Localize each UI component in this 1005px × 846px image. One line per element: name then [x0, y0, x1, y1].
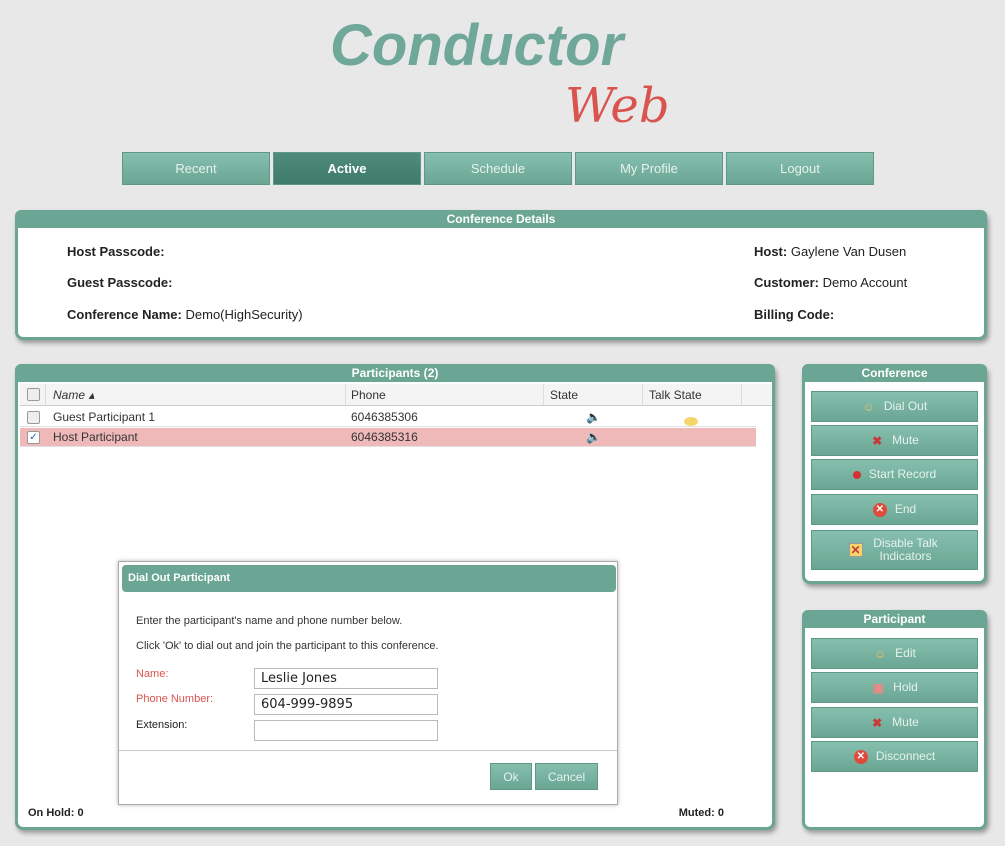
table-row[interactable]: Guest Participant 1 6046385306 🔈 [20, 408, 756, 427]
participants-title: Participants (2) [15, 364, 775, 382]
nav-logout[interactable]: Logout [726, 152, 874, 185]
close-circle-icon: ✕ [853, 749, 868, 764]
mute-icon: ✖ [872, 715, 883, 730]
participant-actions-title: Participant [802, 610, 987, 628]
customer-label: Customer: [754, 275, 820, 290]
mute-icon: ✖ [872, 433, 883, 448]
dial-out-label: Dial Out [883, 399, 928, 413]
dial-out-button[interactable]: ☺ Dial Out [811, 391, 978, 422]
host-passcode-row: Host Passcode: [67, 244, 165, 259]
dial-out-dialog: Dial Out Participant Enter the participa… [118, 561, 618, 805]
main-nav: Recent Active Schedule My Profile Logout [122, 152, 874, 185]
add-person-icon: ☺ [862, 399, 875, 414]
customer-row: Customer: Demo Account [754, 275, 907, 290]
conference-details-panel: Conference Details Host Passcode: Guest … [15, 210, 987, 340]
extension-field-label: Extension: [136, 719, 188, 731]
column-phone[interactable]: Phone [346, 384, 544, 405]
dialog-instruction-2: Click 'Ok' to dial out and join the part… [136, 640, 439, 652]
start-record-button[interactable]: Start Record [811, 459, 978, 490]
participant-phone: 6046385316 [351, 430, 418, 444]
phone-number-field[interactable] [254, 694, 438, 715]
dialog-title: Dial Out Participant [122, 565, 616, 592]
conference-actions-panel: Conference ☺ Dial Out ✖ Mute Start Recor… [802, 364, 987, 584]
header-checkbox-cell [20, 384, 46, 405]
dialog-divider [119, 750, 617, 751]
edit-participant-button[interactable]: ☺ Edit [811, 638, 978, 669]
record-icon [852, 470, 861, 479]
conference-name-row: Conference Name: Demo(HighSecurity) [67, 307, 303, 322]
nav-my-profile[interactable]: My Profile [575, 152, 723, 185]
edit-participant-label: Edit [895, 646, 916, 660]
customer-value: Demo Account [822, 275, 908, 290]
host-value: Gaylene Van Dusen [790, 244, 907, 259]
hold-participant-button[interactable]: ▣ Hold [811, 672, 978, 703]
disconnect-participant-button[interactable]: ✕ Disconnect [811, 741, 978, 772]
ok-button[interactable]: Ok [490, 763, 532, 790]
hold-icon: ▣ [872, 680, 884, 695]
disconnect-participant-label: Disconnect [875, 749, 936, 763]
nav-schedule[interactable]: Schedule [424, 152, 572, 185]
conference-actions-title: Conference [802, 364, 987, 382]
speaker-icon: 🔈 [586, 410, 601, 424]
conference-mute-button[interactable]: ✖ Mute [811, 425, 978, 456]
guest-passcode-row: Guest Passcode: [67, 275, 173, 290]
host-passcode-label: Host Passcode: [67, 244, 165, 259]
cancel-button[interactable]: Cancel [535, 763, 598, 790]
person-icon: ☺ [874, 646, 887, 661]
participant-actions-panel: Participant ☺ Edit ▣ Hold ✖ Mute ✕ Disco… [802, 610, 987, 830]
end-conference-label: End [894, 502, 917, 516]
disable-indicator-icon: ✕ [848, 543, 863, 557]
column-talk-state[interactable]: Talk State [643, 384, 742, 405]
logo-conductor: Conductor [330, 13, 624, 78]
conference-details-title: Conference Details [15, 210, 987, 228]
name-field[interactable] [254, 668, 438, 689]
guest-passcode-label: Guest Passcode: [67, 275, 173, 290]
start-record-label: Start Record [868, 467, 937, 481]
disable-talk-indicators-button[interactable]: ✕ Disable Talk Indicators [811, 530, 978, 570]
host-row: Host: Gaylene Van Dusen [754, 244, 906, 259]
extension-field[interactable] [254, 720, 438, 741]
conference-mute-label: Mute [892, 433, 919, 447]
row-checkbox-checked[interactable]: ✓ [27, 431, 40, 444]
hold-participant-label: Hold [893, 680, 918, 694]
billing-code-label: Billing Code: [754, 307, 835, 322]
participant-mute-label: Mute [892, 715, 919, 729]
billing-code-row: Billing Code: [754, 307, 834, 322]
row-checkbox[interactable] [27, 411, 40, 424]
logo-web: Web [565, 78, 670, 134]
nav-active[interactable]: Active [273, 152, 421, 185]
column-state[interactable]: State [544, 384, 643, 405]
participant-name: Host Participant [53, 430, 138, 444]
phone-field-label: Phone Number: [136, 693, 214, 705]
conference-name-label: Conference Name: [67, 307, 182, 322]
column-name[interactable]: Name ▴ [46, 384, 346, 405]
end-conference-button[interactable]: ✕ End [811, 494, 978, 525]
select-all-checkbox[interactable] [27, 388, 40, 401]
participants-grid-header: Name ▴ Phone State Talk State [20, 384, 772, 406]
participant-phone: 6046385306 [351, 410, 418, 424]
on-hold-count: On Hold: 0 [28, 807, 84, 819]
speaker-icon: 🔈 [586, 430, 601, 444]
host-label: Host: [754, 244, 788, 259]
nav-recent[interactable]: Recent [122, 152, 270, 185]
disable-talk-indicators-label: Disable Talk Indicators [873, 536, 938, 563]
participant-mute-button[interactable]: ✖ Mute [811, 707, 978, 738]
table-row[interactable]: ✓ Host Participant 6046385316 🔈 [20, 428, 756, 447]
name-field-label: Name: [136, 668, 169, 680]
conference-name-value: Demo(HighSecurity) [185, 307, 303, 322]
participant-name: Guest Participant 1 [53, 410, 156, 424]
dialog-instruction-1: Enter the participant's name and phone n… [136, 615, 403, 627]
close-circle-icon: ✕ [872, 502, 887, 517]
muted-count: Muted: 0 [678, 807, 724, 819]
